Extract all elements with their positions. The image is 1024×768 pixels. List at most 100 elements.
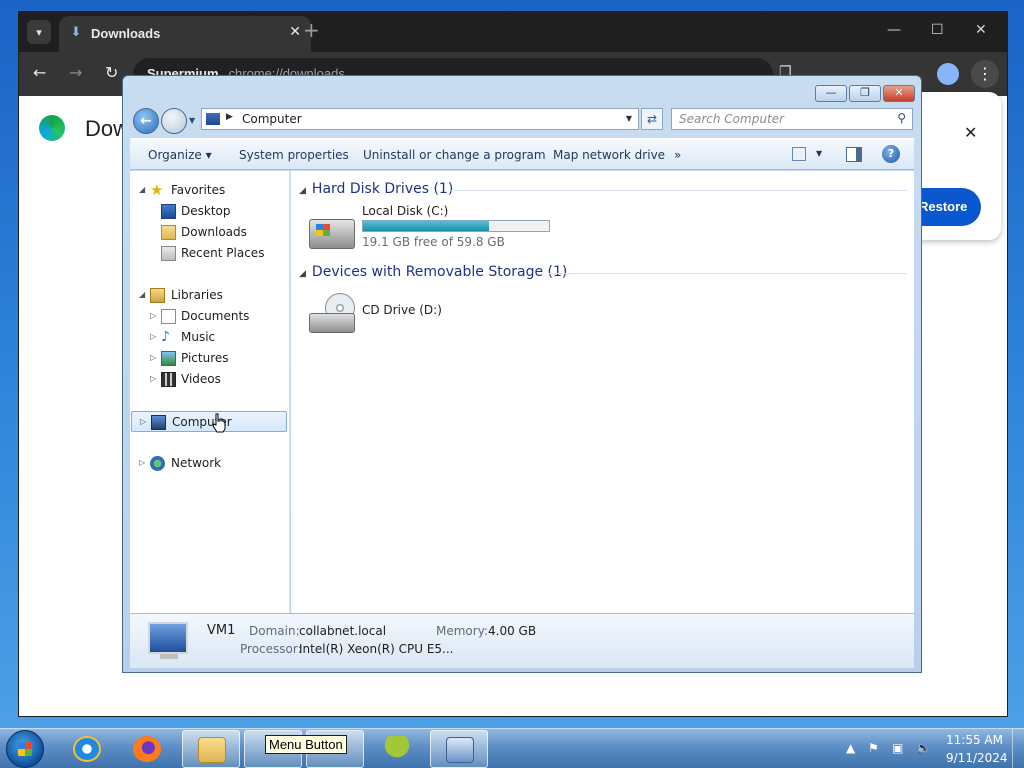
back-button[interactable]: ←: [133, 108, 159, 134]
drive-c-usage-bar: [362, 220, 550, 232]
explorer-address-bar[interactable]: ▶ Computer ▼: [201, 108, 639, 130]
nav-network-label: Network: [171, 456, 222, 470]
computer-icon: [151, 415, 166, 430]
refresh-button[interactable]: ⇄: [641, 108, 663, 130]
search-icon[interactable]: ⚲: [897, 111, 906, 125]
new-tab-button[interactable]: +: [303, 20, 320, 40]
taskbar-control-panel[interactable]: [430, 730, 488, 768]
nav-libraries[interactable]: ◢ Libraries: [130, 285, 288, 306]
browser-forward-button[interactable]: →: [69, 64, 82, 82]
change-view-icon[interactable]: [792, 147, 806, 161]
collapse-icon[interactable]: ◢: [139, 290, 145, 299]
show-desktop-button[interactable]: [1012, 729, 1024, 768]
expand-icon[interactable]: ▷: [140, 417, 146, 426]
taskbar-firefox[interactable]: [118, 730, 176, 768]
show-hidden-icons-button[interactable]: ▲: [846, 741, 855, 755]
downloads-folder-icon: [161, 225, 176, 240]
expand-icon[interactable]: ▷: [150, 353, 156, 362]
clock-date[interactable]: 9/11/2024: [946, 751, 1008, 765]
windows-logo-icon: [18, 742, 32, 756]
explorer-minimize-button[interactable]: —: [815, 85, 847, 102]
drive-c-usage-fill: [363, 221, 490, 231]
recent-pages-dropdown[interactable]: ▼: [189, 116, 195, 125]
nav-documents[interactable]: ▷ Documents: [130, 306, 288, 327]
nav-network[interactable]: ▷ Network: [130, 453, 288, 474]
taskbar-internet-explorer[interactable]: [58, 730, 116, 768]
tab-close-icon[interactable]: ✕: [289, 24, 301, 40]
system-properties-button[interactable]: System properties: [239, 148, 349, 162]
group-header-hard-disks[interactable]: ◢ Hard Disk Drives (1): [299, 181, 453, 197]
browser-reload-button[interactable]: ↻: [105, 64, 118, 82]
nav-music[interactable]: ▷ ♪ Music: [130, 327, 288, 348]
profile-avatar[interactable]: [937, 63, 959, 85]
collapse-icon[interactable]: ◢: [299, 269, 306, 279]
browser-close-button[interactable]: ✕: [975, 22, 987, 38]
taskbar-tooltip: Menu Button: [265, 735, 347, 754]
browser-tab-downloads[interactable]: ⬇ Downloads ✕: [59, 16, 311, 52]
drive-c-label[interactable]: Local Disk (C:): [362, 204, 448, 218]
details-pane: VM1 Domain: collabnet.local Memory: 4.00…: [130, 613, 914, 668]
download-icon: ⬇: [70, 25, 82, 40]
group-divider: [549, 273, 907, 274]
nav-pictures[interactable]: ▷ Pictures: [130, 348, 288, 369]
nav-downloads[interactable]: Downloads: [130, 222, 288, 243]
tab-search-button[interactable]: ▾: [27, 20, 51, 44]
expand-icon[interactable]: ▷: [150, 311, 156, 320]
collapse-icon[interactable]: ◢: [299, 186, 306, 196]
computer-monitor-icon: [148, 622, 188, 654]
browser-back-button[interactable]: ←: [33, 64, 46, 82]
explorer-close-button[interactable]: ✕: [883, 85, 915, 102]
hard-drive-icon[interactable]: [309, 219, 355, 249]
start-button[interactable]: [6, 730, 44, 768]
uninstall-program-button[interactable]: Uninstall or change a program: [363, 148, 546, 162]
videos-icon: [161, 372, 176, 387]
browser-maximize-button[interactable]: ☐: [931, 22, 944, 38]
recent-places-icon: [161, 246, 176, 261]
memory-value: 4.00 GB: [488, 624, 537, 638]
taskbar-android[interactable]: [368, 730, 426, 768]
group-header-removable[interactable]: ◢ Devices with Removable Storage (1): [299, 264, 567, 280]
more-commands-button[interactable]: »: [674, 148, 681, 162]
breadcrumb-separator-icon[interactable]: ▶: [226, 112, 233, 122]
nav-computer[interactable]: ▷ Computer: [131, 411, 287, 432]
forward-button[interactable]: [161, 108, 187, 134]
explorer-restore-button[interactable]: ❐: [849, 85, 881, 102]
view-options-dropdown[interactable]: ▼: [816, 149, 822, 158]
nav-desktop[interactable]: Desktop: [130, 201, 288, 222]
close-icon[interactable]: ✕: [964, 123, 977, 142]
computer-icon: [206, 113, 220, 125]
expand-icon[interactable]: ▷: [139, 458, 145, 467]
nav-videos-label: Videos: [181, 372, 221, 386]
nav-videos[interactable]: ▷ Videos: [130, 369, 288, 390]
nav-favorites[interactable]: ◢ ★ Favorites: [130, 180, 288, 201]
taskbar-explorer[interactable]: [182, 730, 240, 768]
breadcrumb-computer[interactable]: Computer: [242, 112, 302, 126]
map-network-drive-button[interactable]: Map network drive: [553, 148, 665, 162]
collapse-icon[interactable]: ◢: [139, 185, 145, 194]
cd-drive-icon[interactable]: [309, 293, 355, 335]
navigation-pane: ◢ ★ Favorites Desktop Downloads Recent P…: [130, 171, 290, 613]
organize-menu[interactable]: Organize ▾: [148, 148, 212, 162]
help-button[interactable]: ?: [882, 145, 900, 163]
nav-documents-label: Documents: [181, 309, 250, 323]
clock-time[interactable]: 11:55 AM: [946, 733, 1003, 747]
domain-label: Domain:: [249, 624, 300, 638]
search-input[interactable]: Search Computer ⚲: [671, 108, 913, 130]
restore-button[interactable]: Restore: [913, 188, 981, 226]
music-icon: ♪: [161, 329, 170, 345]
group-title: Devices with Removable Storage (1): [311, 264, 568, 280]
network-icon: [150, 456, 165, 471]
chevron-down-icon[interactable]: ▼: [626, 114, 632, 123]
browser-menu-button[interactable]: ⋮: [971, 60, 999, 88]
action-center-flag-icon[interactable]: ⚑: [868, 741, 879, 755]
network-tray-icon[interactable]: ▣: [892, 741, 903, 755]
volume-muted-icon[interactable]: 🔈: [916, 741, 931, 755]
browser-minimize-button[interactable]: —: [887, 22, 901, 38]
nav-recent-places[interactable]: Recent Places: [130, 243, 288, 264]
preview-pane-button[interactable]: [846, 147, 862, 162]
drive-d-label[interactable]: CD Drive (D:): [362, 303, 442, 317]
content-pane: ◢ Hard Disk Drives (1) Local Disk (C:) 19…: [291, 171, 914, 613]
computer-name: VM1: [207, 623, 236, 638]
expand-icon[interactable]: ▷: [150, 374, 156, 383]
expand-icon[interactable]: ▷: [150, 332, 156, 341]
